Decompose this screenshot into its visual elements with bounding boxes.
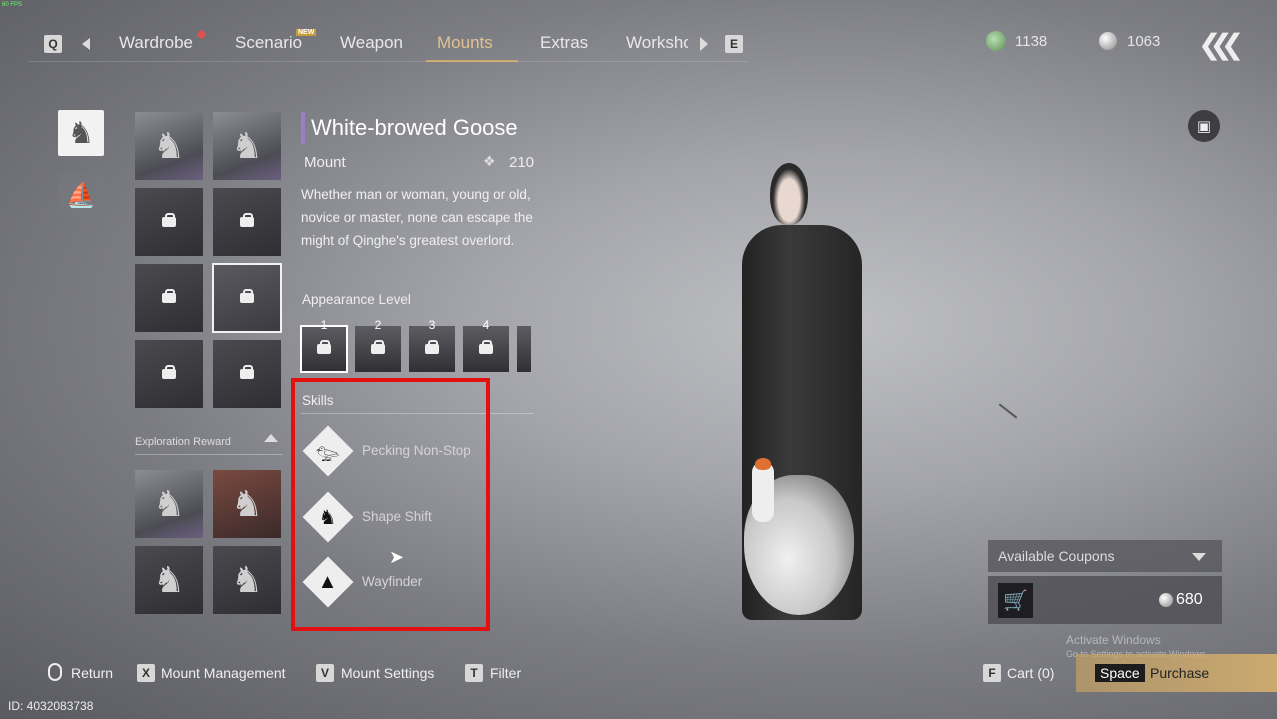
mount-thumbnail[interactable]	[135, 264, 203, 332]
mount-thumbnail[interactable]: ♞	[213, 112, 281, 180]
cart-label[interactable]: Cart (0)	[1007, 665, 1054, 681]
lock-icon	[162, 213, 176, 227]
chevron-left-icon[interactable]	[82, 38, 90, 50]
lock-icon	[425, 340, 439, 354]
jade-coin-icon	[986, 31, 1006, 51]
hide-ui-icon[interactable]: ▣	[1188, 110, 1220, 142]
notification-dot-icon	[196, 29, 207, 40]
lock-icon	[162, 289, 176, 303]
horse-icon: ♞	[152, 125, 186, 166]
score-icon: ❖	[483, 153, 496, 169]
feather-particle	[998, 403, 1018, 419]
reward-thumbnail[interactable]: ♞	[213, 470, 281, 538]
pearl-balance: 1063	[1127, 33, 1161, 50]
horse-icon: ♞	[230, 559, 264, 600]
lock-icon	[240, 289, 254, 303]
level-thumbnail[interactable]	[463, 326, 509, 372]
mount-management-button[interactable]: Mount Management	[161, 665, 286, 681]
lock-icon	[162, 365, 176, 379]
lock-icon	[371, 340, 385, 354]
fps-counter: 60 FPS	[2, 2, 23, 8]
boat-icon: ⛵	[66, 181, 96, 209]
purchase-label: Purchase	[1150, 665, 1210, 681]
mount-description: Whether man or woman, young or old, novi…	[301, 187, 533, 248]
appearance-level-2[interactable]: 2	[355, 318, 401, 372]
return-button[interactable]: Return	[71, 665, 113, 681]
goose-beak	[755, 458, 771, 470]
chevron-right-icon[interactable]	[700, 37, 708, 51]
next-tab-key[interactable]: E	[725, 35, 743, 53]
appearance-level-3[interactable]: 3	[409, 318, 455, 372]
level-thumbnail-partial[interactable]	[517, 326, 531, 372]
price-value: 680	[1176, 591, 1203, 608]
mount-thumbnail[interactable]: ♞	[135, 112, 203, 180]
exploration-reward-label: Exploration Reward	[135, 436, 231, 448]
jade-balance: 1138	[1015, 33, 1048, 50]
mount-type: Mount	[304, 154, 346, 171]
lock-icon	[240, 213, 254, 227]
level-thumbnail[interactable]	[409, 326, 455, 372]
mount-score: 210	[509, 154, 535, 171]
chevron-down-icon[interactable]	[1192, 553, 1206, 561]
horse-icon: ♞	[152, 483, 186, 524]
title-accent-bar	[301, 112, 305, 144]
filter-key[interactable]: T	[465, 664, 483, 682]
tab-workshop[interactable]: Worksho	[626, 33, 688, 53]
reward-thumbnail[interactable]: ♞	[213, 546, 281, 614]
tab-weapon[interactable]: Weapon	[340, 33, 403, 53]
appearance-level-4[interactable]: 4	[463, 318, 509, 372]
mount-settings-button[interactable]: Mount Settings	[341, 665, 434, 681]
collapse-icon[interactable]	[264, 434, 278, 442]
mount-thumbnail-selected[interactable]	[212, 263, 282, 333]
tab-mounts[interactable]: Mounts	[437, 33, 493, 53]
horse-icon: ♞	[230, 125, 264, 166]
nav-divider	[28, 61, 748, 62]
level-thumbnail[interactable]	[355, 326, 401, 372]
category-boat[interactable]: ⛵	[58, 172, 104, 218]
new-badge: NEW	[296, 29, 317, 36]
pearl-coin-icon	[1159, 593, 1173, 607]
back-arrow-icon[interactable]: ❮❮❮	[1198, 28, 1245, 61]
skills-highlight-box	[291, 378, 490, 631]
section-divider	[135, 454, 283, 455]
activate-windows-title: Activate Windows	[1066, 633, 1161, 647]
horse-icon: ♞	[152, 559, 186, 600]
reward-thumbnail[interactable]: ♞	[135, 470, 203, 538]
cart-key[interactable]: F	[983, 664, 1001, 682]
space-key: Space	[1095, 664, 1145, 682]
goose-neck	[752, 462, 774, 522]
settings-key[interactable]: V	[316, 664, 334, 682]
mount-thumbnail[interactable]	[213, 340, 281, 408]
mount-thumbnail[interactable]	[213, 188, 281, 256]
filter-button[interactable]: Filter	[490, 665, 521, 681]
character-head	[770, 163, 808, 225]
appearance-level-1[interactable]: 1	[300, 318, 348, 373]
pearl-coin-icon	[1099, 32, 1117, 50]
management-key[interactable]: X	[137, 664, 155, 682]
tab-wardrobe[interactable]: Wardrobe	[119, 33, 193, 53]
coupons-label: Available Coupons	[998, 548, 1115, 564]
reward-thumbnail[interactable]: ♞	[135, 546, 203, 614]
horse-icon: ♞	[67, 116, 95, 150]
mount-thumbnail[interactable]	[135, 188, 203, 256]
appearance-level-label: Appearance Level	[302, 292, 411, 307]
lock-icon	[240, 365, 254, 379]
mount-name: White-browed Goose	[311, 115, 518, 140]
horse-icon: ♞	[230, 483, 264, 524]
mouse-cursor-icon: ➤	[389, 547, 405, 567]
level-thumbnail[interactable]	[300, 325, 348, 373]
tab-scenario[interactable]: Scenario	[235, 33, 302, 53]
category-horse[interactable]: ♞	[58, 110, 104, 156]
cart-icon[interactable]: 🛒	[998, 583, 1033, 618]
prev-tab-key[interactable]: Q	[44, 35, 62, 53]
player-id: ID: 4032083738	[8, 699, 94, 713]
lock-icon	[317, 340, 331, 354]
mouse-icon	[48, 663, 62, 681]
lock-icon	[479, 340, 493, 354]
mount-thumbnail[interactable]	[135, 340, 203, 408]
tab-extras[interactable]: Extras	[540, 33, 588, 53]
